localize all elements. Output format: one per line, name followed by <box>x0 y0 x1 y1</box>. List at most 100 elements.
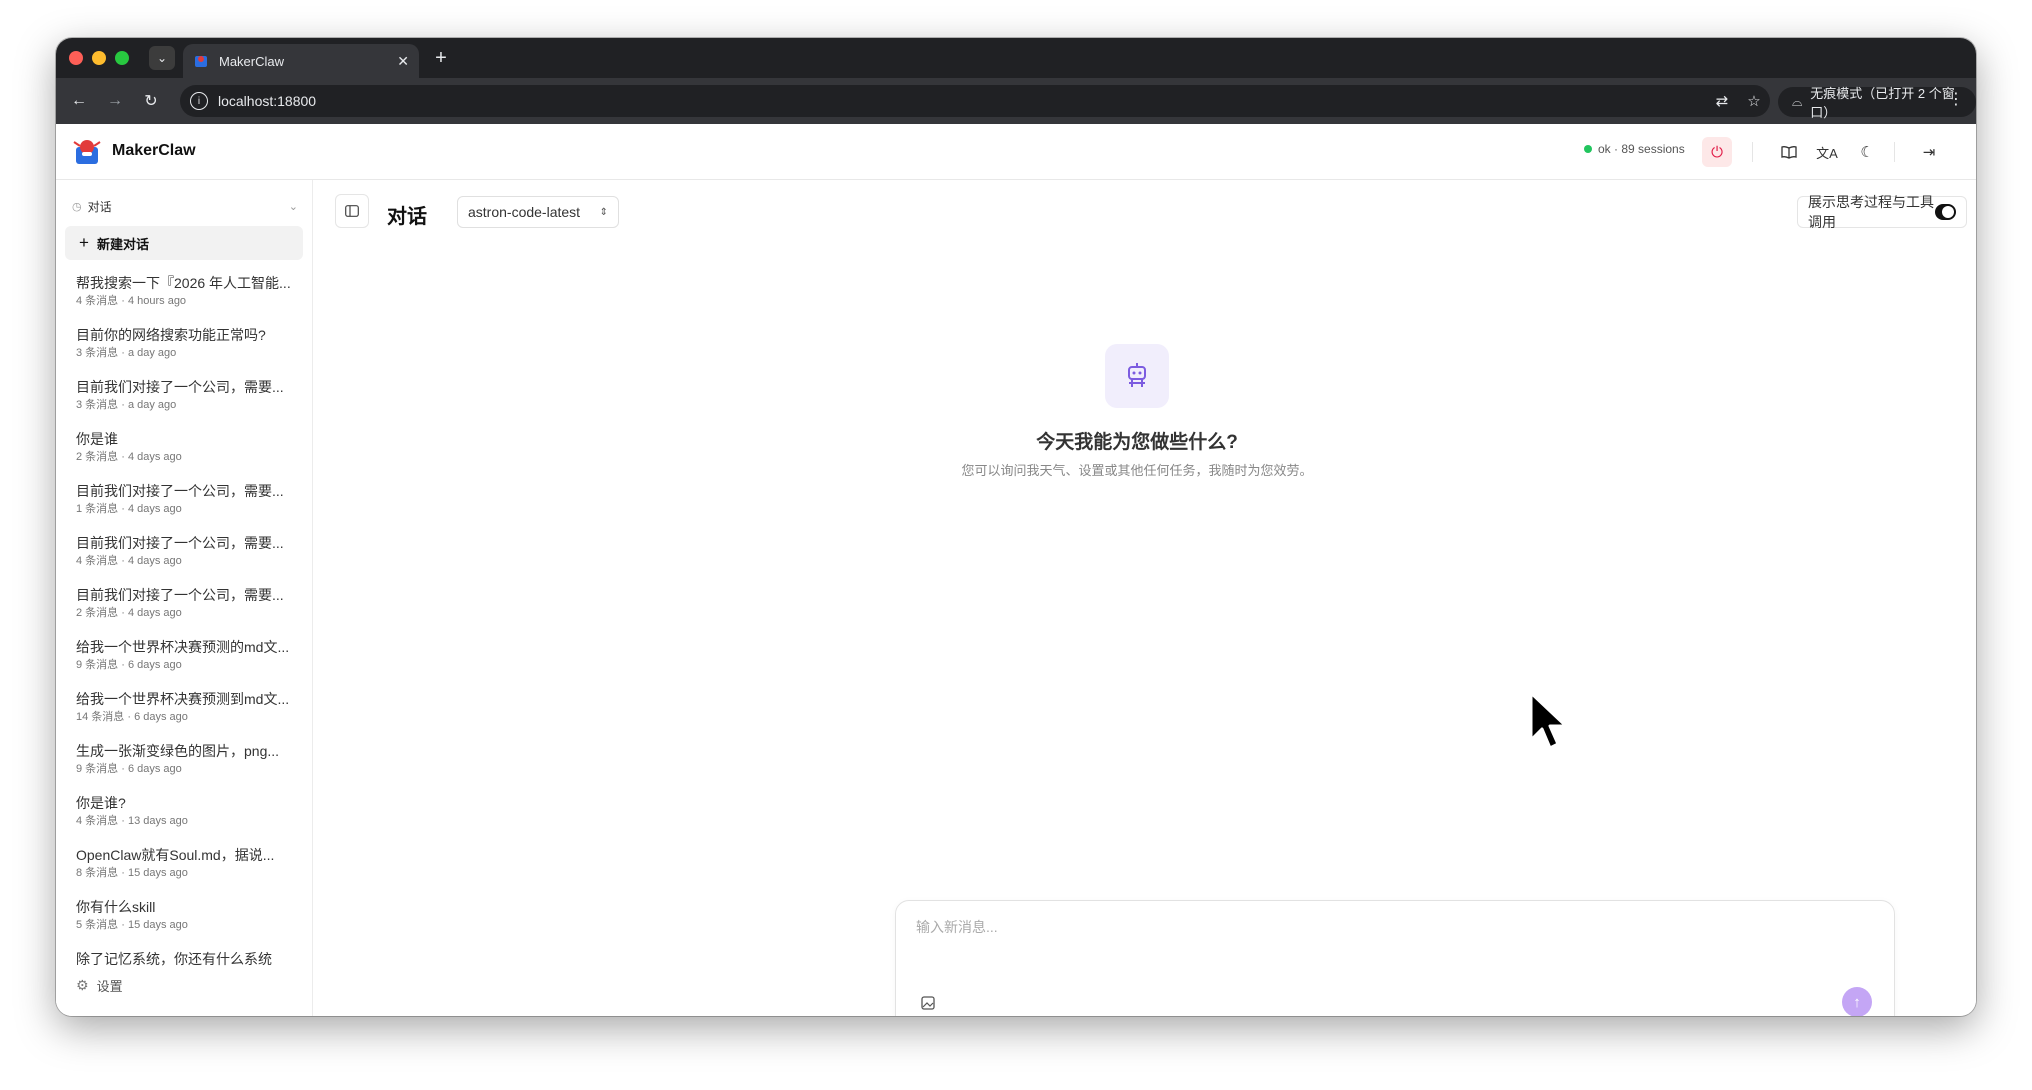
settings-button[interactable]: ⚙ 设置 <box>76 976 123 995</box>
message-composer: ↑ <box>895 900 1895 1016</box>
header-divider <box>1752 142 1753 162</box>
conversation-item[interactable]: 给我一个世界杯决赛预测的md文... 9 条消息 · 6 days ago <box>76 637 304 689</box>
mouse-cursor-icon <box>1529 691 1568 750</box>
dark-mode-moon-icon[interactable]: ☾ <box>1854 139 1880 165</box>
chevron-up-down-icon: ⇕ <box>599 206 608 218</box>
think-toggle[interactable]: 展示思考过程与工具调用 <box>1797 194 1967 230</box>
plus-icon: + <box>79 233 89 252</box>
conversation-meta: 8 条消息 · 15 days ago <box>76 867 188 879</box>
conversation-item[interactable]: 你有什么skill 5 条消息 · 15 days ago <box>76 897 304 949</box>
conversation-item[interactable]: 帮我搜索一下『2026 年人工智能... 4 条消息 · 4 hours ago <box>76 273 304 325</box>
maximize-window-button[interactable] <box>115 51 129 65</box>
robot-icon <box>1105 344 1169 408</box>
conversation-meta: 4 条消息 · 4 hours ago <box>76 295 187 307</box>
conversation-title: 目前你的网络搜索功能正常吗? <box>76 327 266 343</box>
conversation-meta: 3 条消息 · a day ago <box>76 347 177 359</box>
makerclaw-favicon-icon <box>195 56 207 67</box>
url-text[interactable]: localhost:18800 <box>218 93 1706 109</box>
conversation-meta: 4 条消息 · 4 days ago <box>76 555 182 567</box>
sidebar-section-label: 对话 <box>87 200 112 214</box>
address-bar[interactable]: i localhost:18800 ⇄ ☆ <box>180 85 1770 117</box>
sidebar: ◷ 对话 ⌄ + 新建对话 帮我搜索一下『2026 年人工智能... 4 条消息 … <box>56 180 313 1016</box>
conversation-title: 目前我们对接了一个公司，需要... <box>76 535 284 551</box>
conversation-item[interactable]: 除了记忆系统，你还有什么系统 <box>76 949 304 975</box>
conversation-meta: 9 条消息 · 6 days ago <box>76 763 182 775</box>
reload-icon[interactable]: ↻ <box>134 84 168 118</box>
logout-icon[interactable]: ⇥ <box>1916 139 1942 165</box>
chevron-down-icon[interactable]: ⌄ <box>289 200 298 213</box>
sidebar-toggle-icon[interactable] <box>335 194 369 228</box>
conversation-meta: 3 条消息 · a day ago <box>76 399 177 411</box>
think-toggle-switch[interactable] <box>1934 204 1956 220</box>
connection-status: ok · 89 sessions <box>1584 142 1685 156</box>
tab-search-chevron-icon[interactable]: ⌄ <box>149 46 175 70</box>
conversation-item[interactable]: 目前我们对接了一个公司，需要... 4 条消息 · 4 days ago <box>76 533 304 585</box>
power-icon[interactable]: ⏻ <box>1702 137 1732 167</box>
new-tab-button[interactable]: + <box>428 46 454 70</box>
browser-menu-icon[interactable]: ⋮ <box>1944 89 1968 109</box>
app-header: MakerClaw ok · 89 sessions ⏻ 文A ☾ ⇥ <box>56 124 1976 180</box>
minimize-window-button[interactable] <box>92 51 106 65</box>
switch-knob <box>1942 206 1954 218</box>
conversation-title: 目前我们对接了一个公司，需要... <box>76 587 284 603</box>
new-chat-label: 新建对话 <box>96 236 149 252</box>
conversation-title: 目前我们对接了一个公司，需要... <box>76 483 284 499</box>
message-input[interactable] <box>916 919 1856 935</box>
conversation-title: 你有什么skill <box>76 899 156 915</box>
page-title: 对话 <box>387 206 427 228</box>
conversation-title: 帮我搜索一下『2026 年人工智能... <box>76 275 291 291</box>
browser-tab[interactable]: MakerClaw ✕ <box>183 44 419 78</box>
brand-name: MakerClaw <box>112 142 196 159</box>
gear-icon: ⚙ <box>76 977 89 993</box>
conversation-title: 给我一个世界杯决赛预测到md文... <box>76 691 290 707</box>
docs-book-icon[interactable] <box>1776 139 1802 165</box>
conversation-item[interactable]: 目前我们对接了一个公司，需要... 1 条消息 · 4 days ago <box>76 481 304 533</box>
close-window-button[interactable] <box>69 51 83 65</box>
new-chat-button[interactable]: + 新建对话 <box>65 226 303 260</box>
history-icon: ◷ <box>72 201 82 213</box>
chat-main: 对话 astron-code-latest ⇕ 展示思考过程与工具调用 今天我能… <box>313 180 1976 1016</box>
bookmark-star-icon[interactable]: ☆ <box>1738 92 1770 110</box>
conversation-title: OpenClaw就有Soul.md，据说... <box>76 847 275 863</box>
conversation-title: 目前我们对接了一个公司，需要... <box>76 379 284 395</box>
empty-state-title: 今天我能为您做些什么? <box>1036 432 1238 453</box>
incognito-icon: ⌓ <box>1792 94 1803 109</box>
empty-state-subtitle: 您可以询问我天气、设置或其他任何任务，我随时为您效劳。 <box>961 463 1313 478</box>
attach-image-icon[interactable] <box>918 993 938 1013</box>
translate-icon[interactable]: ⇄ <box>1706 92 1738 110</box>
sidebar-section-conversations[interactable]: ◷ 对话 ⌄ <box>72 198 298 215</box>
back-icon[interactable]: ← <box>62 84 96 118</box>
conversation-title: 给我一个世界杯决赛预测的md文... <box>76 639 290 655</box>
conversation-item[interactable]: 目前我们对接了一个公司，需要... 2 条消息 · 4 days ago <box>76 585 304 637</box>
conversation-item[interactable]: 你是谁? 4 条消息 · 13 days ago <box>76 793 304 845</box>
language-icon[interactable]: 文A <box>1814 139 1840 165</box>
model-select[interactable]: astron-code-latest ⇕ <box>457 196 619 228</box>
conversation-item[interactable]: 目前你的网络搜索功能正常吗? 3 条消息 · a day ago <box>76 325 304 377</box>
tab-title: MakerClaw <box>219 53 285 69</box>
settings-label: 设置 <box>96 979 123 994</box>
conversation-item[interactable]: 你是谁 2 条消息 · 4 days ago <box>76 429 304 481</box>
conversation-item[interactable]: 目前我们对接了一个公司，需要... 3 条消息 · a day ago <box>76 377 304 429</box>
browser-window: ⌄ MakerClaw ✕ + ← → ↻ i localhost:18800 … <box>56 38 1976 1016</box>
conversation-meta: 1 条消息 · 4 days ago <box>76 503 182 515</box>
conversation-meta: 5 条消息 · 15 days ago <box>76 919 188 931</box>
conversation-item[interactable]: 生成一张渐变绿色的图片，png... 9 条消息 · 6 days ago <box>76 741 304 793</box>
app-root: MakerClaw ok · 89 sessions ⏻ 文A ☾ ⇥ ◷ 对话… <box>56 124 1976 1016</box>
conversation-meta: 2 条消息 · 4 days ago <box>76 451 182 463</box>
incognito-label: 无痕模式（已打开 2 个窗口） <box>1810 86 1955 120</box>
conversation-title: 你是谁 <box>76 431 118 447</box>
forward-icon[interactable]: → <box>98 84 132 118</box>
send-arrow-icon[interactable]: ↑ <box>1842 987 1872 1016</box>
browser-toolbar: ← → ↻ i localhost:18800 ⇄ ☆ ⌓ 无痕模式（已打开 2… <box>56 78 1976 124</box>
conversation-item[interactable]: 给我一个世界杯决赛预测到md文... 14 条消息 · 6 days ago <box>76 689 304 741</box>
conversation-title: 除了记忆系统，你还有什么系统 <box>76 951 272 967</box>
site-info-icon[interactable]: i <box>190 92 208 110</box>
model-select-value: astron-code-latest <box>468 204 581 220</box>
header-divider <box>1894 142 1895 162</box>
conversation-meta: 4 条消息 · 13 days ago <box>76 815 188 827</box>
status-text: ok · 89 sessions <box>1598 142 1685 156</box>
think-toggle-label: 展示思考过程与工具调用 <box>1808 194 1934 230</box>
tab-close-icon[interactable]: ✕ <box>397 53 409 70</box>
conversation-meta: 9 条消息 · 6 days ago <box>76 659 182 671</box>
conversation-item[interactable]: OpenClaw就有Soul.md，据说... 8 条消息 · 15 days a… <box>76 845 304 897</box>
